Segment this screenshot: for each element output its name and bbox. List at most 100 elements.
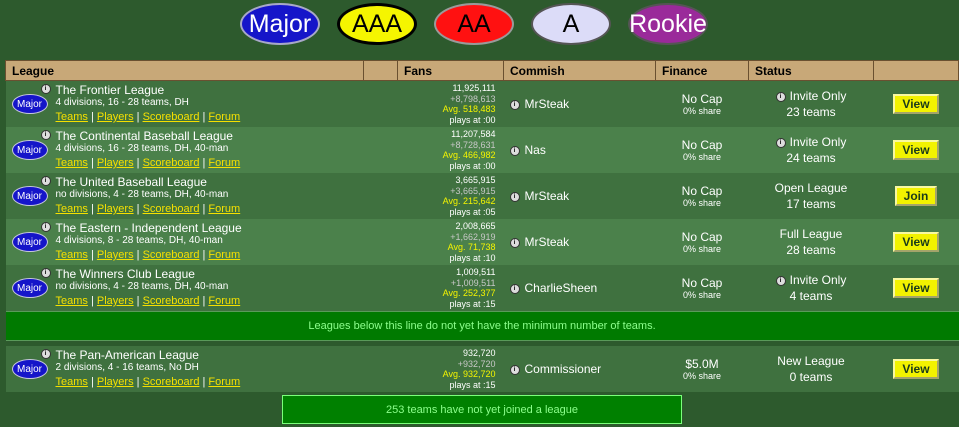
link-separator: | [136, 157, 140, 169]
forum-link[interactable]: Forum [208, 295, 240, 307]
players-link[interactable]: Players [97, 295, 134, 307]
forum-link[interactable]: Forum [208, 111, 240, 123]
info-icon[interactable]: i [509, 364, 520, 375]
scoreboard-link[interactable]: Scoreboard [143, 203, 200, 215]
league-name[interactable]: The United Baseball League [56, 175, 207, 189]
league-name[interactable]: The Eastern - Independent League [56, 221, 242, 235]
info-icon[interactable]: i [509, 191, 520, 202]
view-button[interactable]: View [893, 94, 939, 114]
fans-cell: 932,720 +932,720 Avg. 932,720 plays at :… [397, 346, 504, 392]
league-cell: Major i The Eastern - Independent League… [5, 219, 398, 265]
level-rookie-button[interactable]: Rookie [628, 3, 708, 45]
players-link[interactable]: Players [97, 157, 134, 169]
forum-link[interactable]: Forum [208, 203, 240, 215]
info-icon[interactable]: i [40, 130, 51, 140]
link-separator: | [136, 295, 140, 307]
players-link[interactable]: Players [97, 249, 134, 261]
players-link[interactable]: Players [97, 376, 134, 388]
players-link[interactable]: Players [97, 111, 134, 123]
league-description: no divisions, 4 - 28 teams, DH, 40-man [55, 189, 229, 200]
fans-average: Avg. 252,377 [442, 288, 496, 298]
join-button[interactable]: Join [894, 186, 938, 206]
level-a-button[interactable]: A [531, 3, 611, 45]
finance-cap: No Cap [681, 138, 723, 152]
commish-name[interactable]: MrSteak [525, 97, 570, 111]
fans-cell: 11,207,584 +8,728,631 Avg. 466,982 plays… [397, 127, 504, 173]
status-cell: Full League 28 teams [748, 219, 874, 265]
league-name[interactable]: The Pan-American League [56, 348, 199, 362]
info-icon[interactable]: i [775, 91, 786, 102]
info-icon[interactable]: i [775, 137, 786, 148]
status-title: Invite Only [789, 89, 847, 103]
teams-link[interactable]: Teams [56, 111, 88, 123]
status-teams: 24 teams [786, 151, 836, 165]
forum-link[interactable]: Forum [208, 376, 240, 388]
scoreboard-link[interactable]: Scoreboard [143, 249, 200, 261]
status-title: New League [777, 354, 845, 368]
view-button[interactable]: View [893, 232, 939, 252]
finance-cap: No Cap [681, 230, 723, 244]
forum-link[interactable]: Forum [208, 249, 240, 261]
info-icon[interactable]: i [40, 84, 51, 94]
scoreboard-link[interactable]: Scoreboard [143, 111, 200, 123]
view-button[interactable]: View [893, 359, 939, 379]
header-commish: Commish [503, 60, 656, 81]
link-separator: | [202, 249, 206, 261]
info-icon[interactable]: i [775, 275, 786, 286]
players-link[interactable]: Players [97, 203, 134, 215]
teams-link[interactable]: Teams [56, 376, 88, 388]
teams-link[interactable]: Teams [56, 295, 88, 307]
scoreboard-link[interactable]: Scoreboard [143, 376, 200, 388]
level-aaa-button[interactable]: AAA [337, 3, 417, 45]
level-aa-button[interactable]: AA [434, 3, 514, 45]
league-description: 4 divisions, 8 - 28 teams, DH, 40-man [55, 235, 223, 246]
league-name[interactable]: The Continental Baseball League [56, 129, 233, 143]
commish-cell: i MrSteak [503, 173, 656, 219]
league-links: Teams | Players | Scoreboard | Forum [56, 157, 241, 169]
table-header-row: League Fans Commish Finance Status [5, 60, 959, 81]
commish-name[interactable]: MrSteak [525, 235, 570, 249]
teams-link[interactable]: Teams [56, 249, 88, 261]
level-badge: Major [11, 186, 48, 206]
finance-cell: No Cap 0% share [655, 265, 749, 312]
commish-name[interactable]: MrSteak [525, 189, 570, 203]
commish-name[interactable]: CharlieSheen [525, 281, 598, 295]
info-icon[interactable]: i [509, 99, 520, 110]
league-description: no divisions, 4 - 28 teams, DH, 40-man [55, 281, 229, 292]
view-button[interactable]: View [893, 278, 939, 298]
league-name[interactable]: The Frontier League [56, 83, 165, 97]
commish-name[interactable]: Nas [525, 143, 546, 157]
teams-link[interactable]: Teams [56, 157, 88, 169]
forum-link[interactable]: Forum [208, 157, 240, 169]
status-title: Invite Only [789, 135, 847, 149]
level-major-button[interactable]: Major [240, 3, 320, 45]
fans-average: Avg. 518,483 [442, 104, 496, 114]
view-button[interactable]: View [893, 140, 939, 160]
info-icon[interactable]: i [509, 237, 520, 248]
link-separator: | [90, 157, 94, 169]
info-icon[interactable]: i [40, 268, 51, 278]
link-separator: | [202, 203, 206, 215]
link-separator: | [202, 376, 206, 388]
league-cell: Major i The Pan-American League 2 divisi… [5, 346, 398, 392]
info-icon[interactable]: i [40, 349, 51, 359]
league-links: Teams | Players | Scoreboard | Forum [56, 203, 241, 215]
header-status: Status [748, 60, 874, 81]
info-icon[interactable]: i [40, 222, 51, 232]
league-links: Teams | Players | Scoreboard | Forum [56, 249, 241, 261]
scoreboard-link[interactable]: Scoreboard [143, 295, 200, 307]
fans-total: 2,008,665 [455, 221, 496, 231]
fans-cell: 3,665,915 +3,665,915 Avg. 215,642 plays … [397, 173, 504, 219]
info-icon[interactable]: i [509, 145, 520, 156]
commish-cell: i MrSteak [503, 80, 656, 127]
league-row: Major i The Eastern - Independent League… [5, 219, 959, 265]
teams-link[interactable]: Teams [56, 203, 88, 215]
commish-name[interactable]: Commissioner [525, 362, 602, 376]
link-separator: | [202, 157, 206, 169]
info-icon[interactable]: i [40, 176, 51, 186]
status-cell: i Invite Only 24 teams [748, 127, 874, 173]
scoreboard-link[interactable]: Scoreboard [143, 157, 200, 169]
info-icon[interactable]: i [509, 283, 520, 294]
league-name[interactable]: The Winners Club League [56, 267, 195, 281]
action-cell: View [873, 80, 959, 127]
